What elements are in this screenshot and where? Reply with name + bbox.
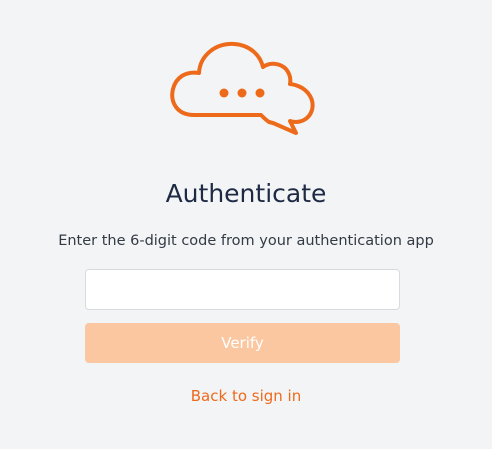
page-title: Authenticate: [165, 179, 327, 208]
dot-1: [219, 88, 229, 98]
dot-2: [237, 88, 247, 98]
dot-3: [255, 88, 265, 98]
instructions-text: Enter the 6-digit code from your authent…: [58, 233, 434, 249]
verification-code-input[interactable]: [85, 269, 400, 310]
back-link-container: Back to sign in: [0, 386, 492, 406]
back-to-sign-in-link[interactable]: Back to sign in: [191, 387, 301, 405]
verify-button[interactable]: Verify: [85, 323, 400, 363]
chat-cloud-icon: [170, 41, 315, 135]
